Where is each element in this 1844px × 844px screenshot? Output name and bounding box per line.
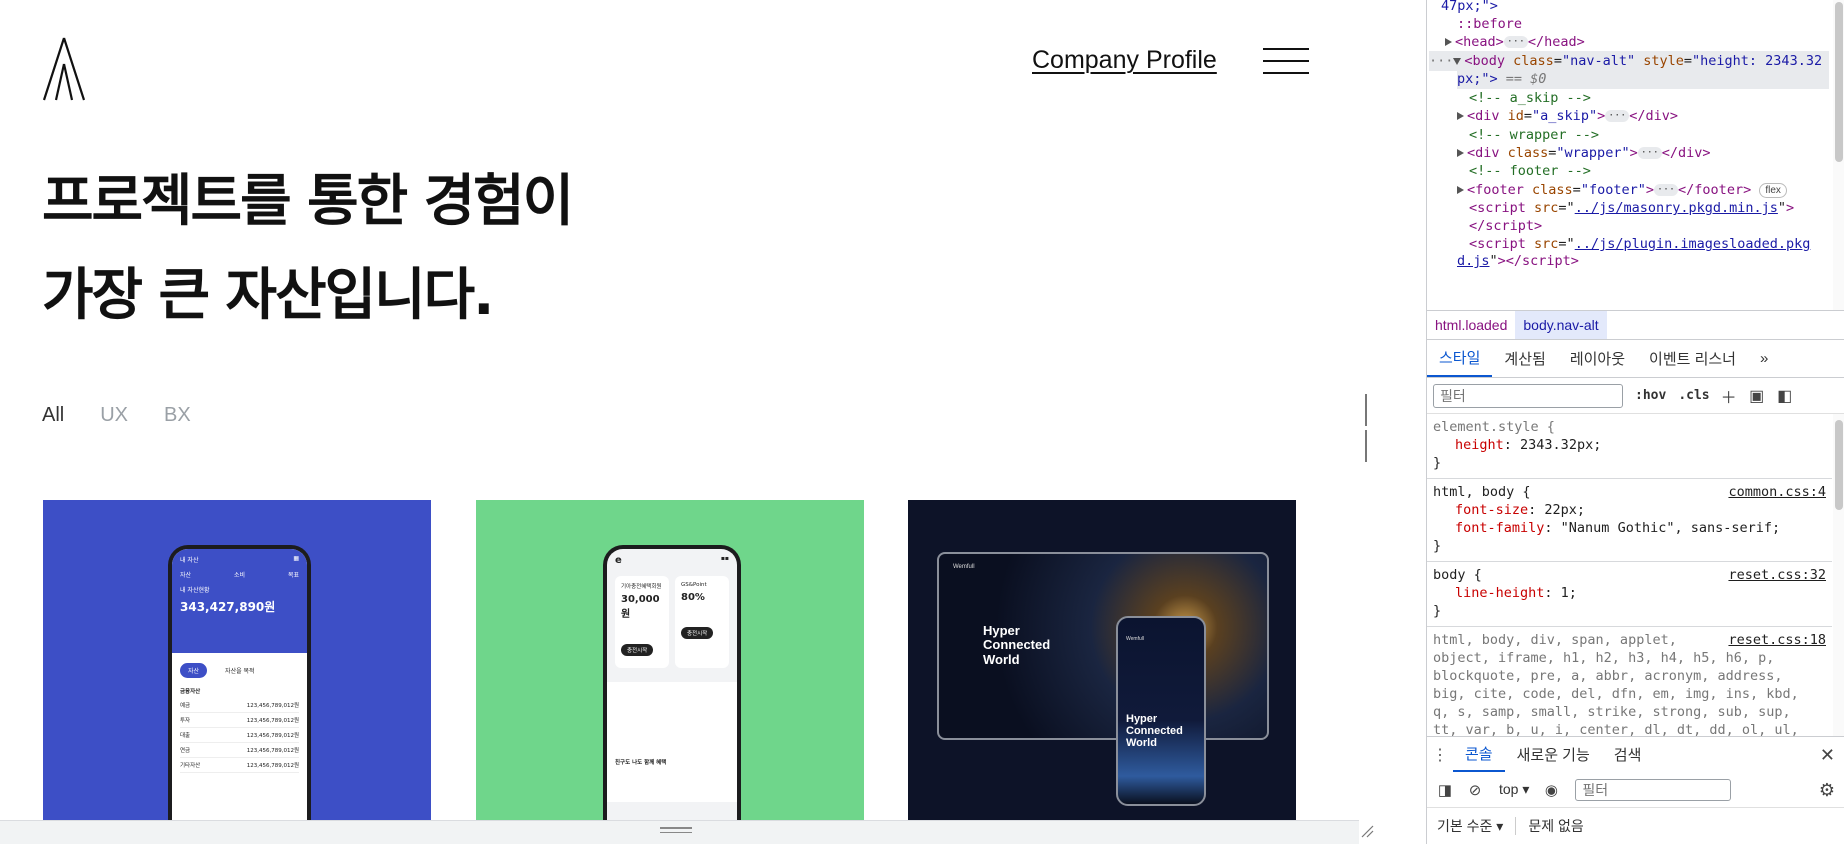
tab-computed[interactable]: 계산됨: [1492, 340, 1557, 377]
filter-ux[interactable]: UX: [100, 404, 128, 427]
tab-whats-new[interactable]: 새로운 기능: [1505, 737, 1602, 772]
elements-scrollbar[interactable]: [1833, 0, 1844, 310]
clear-console-icon[interactable]: ⊘: [1465, 780, 1485, 800]
dom-node-head[interactable]: <head> ··· </head>: [1445, 32, 1585, 52]
script-src-link[interactable]: ../js/masonry.pkgd.min.js: [1575, 200, 1778, 216]
drawer-menu-icon[interactable]: ⋮: [1427, 737, 1453, 772]
resize-corner-icon[interactable]: [1360, 824, 1374, 838]
breadcrumb: html.loaded body.nav-alt: [1427, 310, 1844, 340]
style-rule: reset.css:32 body { line-height: 1; }: [1427, 562, 1832, 627]
style-rule: element.style { height: 2343.32px; }: [1427, 414, 1832, 479]
flex-badge[interactable]: flex: [1759, 182, 1787, 198]
expand-arrow-icon[interactable]: [1457, 149, 1464, 157]
tab-search[interactable]: 검색: [1602, 737, 1654, 772]
benefit-card: 기아충전혜택회원 30,000원 충전시작: [615, 576, 669, 668]
sidebar-toggle-icon[interactable]: ◨: [1435, 780, 1455, 800]
benefit-card: GS&Point 80% 충전시작: [675, 576, 729, 668]
devtools-resize-handle[interactable]: [1365, 394, 1371, 462]
collapse-arrow-icon[interactable]: [1453, 57, 1462, 65]
filter-bx[interactable]: BX: [164, 404, 191, 427]
styles-filter-input[interactable]: [1433, 383, 1623, 408]
asset-balance: 343,427,890원: [180, 600, 276, 614]
hero-line-2: 가장 큰 자산입니다.: [42, 263, 494, 328]
status-icons: ▪▪: [720, 555, 729, 562]
hamburger-menu-button[interactable]: [1263, 48, 1309, 76]
issues-status: 문제 없음: [1528, 818, 1584, 834]
list-item: 대출 123,456,789,012원: [180, 728, 299, 743]
tab-layout[interactable]: 레이아웃: [1558, 340, 1637, 377]
asset-label: 내 자산현황: [180, 587, 210, 594]
style-rule: reset.css:18 html, body, div, span, appl…: [1433, 631, 1826, 736]
website-viewport: Company Profile 프로젝트를 통한 경험이 가장 큰 자산입니다.…: [0, 0, 1359, 820]
hero-heading: 프로젝트를 통한 경험이 가장 큰 자산입니다.: [42, 169, 574, 362]
rule-source-link[interactable]: reset.css:18: [1728, 631, 1826, 649]
drawer-tab-bar: ⋮ 콘솔 새로운 기능 검색 ✕: [1427, 736, 1844, 772]
company-profile-link[interactable]: Company Profile: [1032, 46, 1217, 75]
dom-node-div-wrapper[interactable]: <div class="wrapper"> ··· </div>: [1457, 143, 1711, 163]
phone-mockup: e ▪▪ 기아충전혜택회원 30,000원 충전시작 GS&Point 80% 충…: [603, 545, 741, 820]
expand-arrow-icon[interactable]: [1445, 38, 1452, 46]
toggle-sidebar-icon[interactable]: ◧: [1776, 387, 1794, 405]
app-header: 내 자산: [180, 557, 199, 564]
breadcrumb-html[interactable]: html.loaded: [1427, 311, 1515, 339]
list-item: 투자 123,456,789,012원: [180, 713, 299, 728]
tab-event-listeners[interactable]: 이벤트 리스너: [1637, 340, 1748, 377]
project-card-hyper-connected[interactable]: Wemfull Hyper Connected World Wemfull Hy…: [908, 500, 1296, 820]
add-rule-icon[interactable]: ＋: [1720, 387, 1738, 407]
hero-line-1: 프로젝트를 통한 경험이: [42, 169, 574, 234]
console-filter-input[interactable]: [1575, 778, 1732, 801]
dom-node-body[interactable]: ··· <body class="nav-alt" style="height: …: [1429, 51, 1829, 71]
close-icon[interactable]: ✕: [1820, 745, 1835, 766]
rule-source-link[interactable]: common.css:4: [1728, 483, 1826, 501]
phone-mockup: 내 자산 ▦ 자산 소비 목표 내 자산현황 343,427,890원 자산 자…: [168, 545, 311, 820]
elements-tree: 47px;"> ::before <head> ··· </head> ··· <bo…: [1427, 0, 1832, 310]
rule-source-link[interactable]: reset.css:32: [1728, 566, 1826, 584]
expand-arrow-icon[interactable]: [1457, 186, 1464, 194]
calendar-icon: ▦: [293, 555, 299, 562]
viewport-bottom-bar: [0, 820, 1359, 844]
dom-node-div-skip[interactable]: <div id="a_skip"> ··· </div>: [1457, 106, 1678, 126]
breadcrumb-body[interactable]: body.nav-alt: [1515, 311, 1607, 339]
console-toolbar: ◨ ⊘ top ▾ ◉ ⚙: [1427, 772, 1844, 808]
gear-icon[interactable]: ⚙: [1819, 780, 1835, 801]
tab-console[interactable]: 콘솔: [1453, 737, 1505, 772]
console-level-bar: 기본 수준 ▾ 문제 없음: [1427, 808, 1844, 844]
list-item: 기타자산 123,456,789,012원: [180, 758, 299, 773]
project-card-charging-app[interactable]: e ▪▪ 기아충전혜택회원 30,000원 충전시작 GS&Point 80% 충…: [476, 500, 864, 820]
log-level-dropdown[interactable]: 기본 수준 ▾: [1437, 816, 1503, 836]
expand-arrow-icon[interactable]: [1457, 112, 1464, 120]
hover-state-toggle[interactable]: :hov: [1635, 388, 1666, 403]
styles-filter-row: :hov .cls ＋ ▣ ◧: [1427, 378, 1844, 414]
devtools-panel: 47px;"> ::before <head> ··· </head> ··· <bo…: [1426, 0, 1844, 844]
paint-brush-icon[interactable]: ▣: [1748, 387, 1766, 405]
dom-node-footer[interactable]: <footer class="footer"> ··· </footer> flex: [1457, 180, 1787, 200]
phone-mockup: Wemfull Hyper Connected World: [1116, 616, 1206, 806]
styles-rules-list: element.style { height: 2343.32px; } com…: [1427, 414, 1832, 736]
more-tabs-icon[interactable]: »: [1748, 340, 1780, 377]
script-src-link[interactable]: ../js/plugin.imagesloaded.pkg: [1575, 236, 1811, 252]
list-item: 예금 123,456,789,012원: [180, 698, 299, 713]
styles-scrollbar[interactable]: [1833, 414, 1844, 736]
desktop-mockup: Wemfull Hyper Connected World: [937, 552, 1269, 740]
drawer-resize-handle[interactable]: [660, 827, 692, 835]
styles-tab-bar: 스타일 계산됨 레이아웃 이벤트 리스너 »: [1427, 340, 1844, 378]
list-item: 연금 123,456,789,012원: [180, 743, 299, 758]
tab-styles[interactable]: 스타일: [1427, 340, 1493, 377]
site-logo[interactable]: [42, 36, 88, 102]
eye-icon[interactable]: ◉: [1541, 780, 1561, 800]
app-logo: e: [615, 555, 622, 566]
filter-all[interactable]: All: [42, 404, 64, 427]
class-toggle[interactable]: .cls: [1678, 388, 1709, 403]
style-rule: common.css:4 html, body { font-size: 22p…: [1427, 479, 1832, 562]
category-filter: All UX BX: [42, 404, 191, 427]
project-card-asset-app[interactable]: 내 자산 ▦ 자산 소비 목표 내 자산현황 343,427,890원 자산 자…: [43, 500, 431, 820]
context-selector[interactable]: top ▾: [1499, 781, 1529, 798]
